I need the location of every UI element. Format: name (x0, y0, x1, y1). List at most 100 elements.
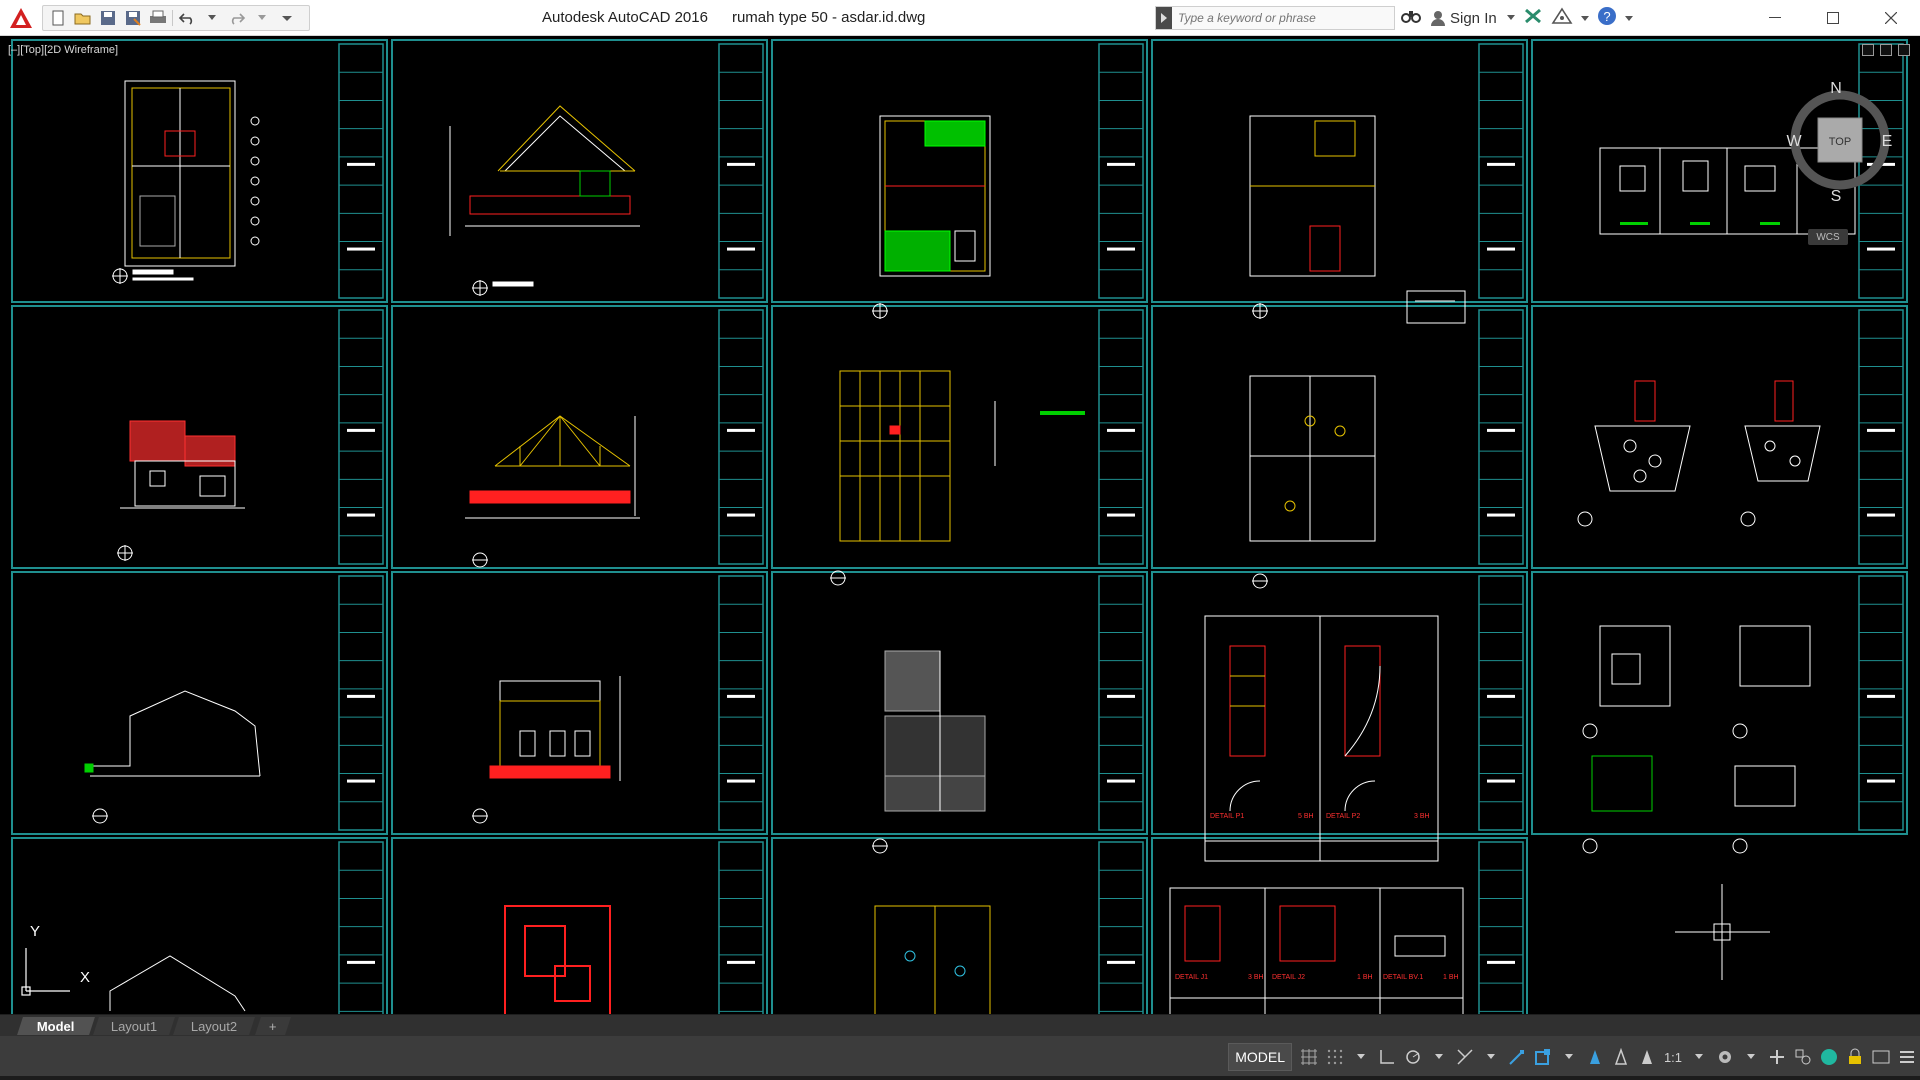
title-block-text (1867, 247, 1895, 251)
chevron-down-icon[interactable] (1580, 9, 1589, 27)
wcs-menu-button[interactable]: WCS (1808, 229, 1848, 245)
drawing-sheets: Y X DETAIL P1 5 BH DETAIL P2 3 BH DETAIL… (11, 39, 1908, 1014)
sheet-border (1531, 571, 1908, 835)
title-block-text (1107, 162, 1135, 166)
customization-menu-icon[interactable] (1894, 1043, 1920, 1071)
title-block-text (1487, 513, 1515, 517)
compass-north-label[interactable]: N (1830, 80, 1842, 97)
add-scale-icon[interactable] (1764, 1043, 1790, 1071)
annotation-visibility-icon[interactable] (1582, 1043, 1608, 1071)
customize-qat-icon[interactable] (276, 8, 298, 28)
title-block-text (347, 513, 375, 517)
section-drawing (449, 105, 640, 296)
exchange-apps-icon[interactable] (1523, 7, 1543, 30)
hardware-acceleration-icon[interactable] (1816, 1043, 1842, 1071)
chevron-down-icon[interactable] (1426, 1043, 1452, 1071)
tab-layout1[interactable]: Layout1 (93, 1017, 175, 1035)
object-snap-icon[interactable] (1530, 1043, 1556, 1071)
title-block (718, 575, 764, 831)
search-expand-icon[interactable] (1156, 7, 1172, 29)
title-block-text (1487, 428, 1515, 432)
title-block (338, 309, 384, 565)
close-icon[interactable] (1862, 0, 1920, 36)
sheet-border (1151, 837, 1528, 1014)
undo-dropdown-icon[interactable] (201, 8, 223, 28)
open-icon[interactable] (72, 8, 94, 28)
undo-icon[interactable] (176, 8, 198, 28)
landscape-plan-drawing (872, 115, 991, 319)
viewcube-face-label: TOP (1829, 136, 1851, 148)
isolate-objects-icon[interactable] (1790, 1043, 1816, 1071)
search-box[interactable] (1155, 6, 1395, 30)
chevron-down-icon[interactable] (1556, 1043, 1582, 1071)
tab-model-label: Model (37, 1018, 75, 1034)
autocad-logo-icon[interactable] (6, 6, 36, 30)
title-block-text (1867, 694, 1895, 698)
title-block-text (1487, 162, 1515, 166)
door-detail-drawing (1204, 615, 1439, 862)
clean-screen-lock-icon[interactable] (1842, 1043, 1868, 1071)
compass-south-label[interactable]: S (1831, 188, 1842, 205)
polar-tracking-icon[interactable] (1400, 1043, 1426, 1071)
tab-model[interactable]: Model (17, 1017, 95, 1035)
framing-plan-drawing (830, 370, 1085, 586)
detail-p2-label: DETAIL P2 (1326, 813, 1360, 820)
ucs-x-label: X (80, 969, 90, 986)
clean-screen-icon[interactable] (1868, 1043, 1894, 1071)
compass-west-label[interactable]: W (1786, 133, 1802, 150)
maximize-icon[interactable] (1804, 0, 1862, 36)
model-space-canvas[interactable]: [–][Top][2D Wireframe] Y X DETAIL P1 5 B… (0, 36, 1920, 1014)
annotation-scale-icon[interactable] (1634, 1043, 1660, 1071)
viewport-restore-icon[interactable] (1880, 44, 1892, 56)
save-icon[interactable] (97, 8, 119, 28)
redo-icon[interactable] (226, 8, 248, 28)
chevron-down-icon[interactable] (1686, 1043, 1712, 1071)
a360-icon[interactable] (1551, 7, 1573, 30)
minimize-icon[interactable] (1746, 0, 1804, 36)
model-space-button[interactable]: MODEL (1228, 1043, 1292, 1071)
object-snap-tracking-icon[interactable] (1504, 1043, 1530, 1071)
window-title: Autodesk AutoCAD 2016 rumah type 50 - asd… (542, 9, 949, 26)
title-block-text (347, 779, 375, 783)
tab-layout1-label: Layout1 (110, 1018, 158, 1034)
viewport-minimize-icon[interactable] (1862, 44, 1874, 56)
workspace-gear-icon[interactable] (1712, 1043, 1738, 1071)
viewport-close-icon[interactable] (1898, 44, 1910, 56)
ortho-icon[interactable] (1374, 1043, 1400, 1071)
compass-east-label[interactable]: E (1882, 133, 1893, 150)
new-icon[interactable] (47, 8, 69, 28)
title-block (1478, 575, 1524, 831)
save-as-icon[interactable] (122, 8, 144, 28)
title-block (1858, 309, 1904, 565)
viewcube[interactable]: TOP N S E W (1780, 80, 1900, 210)
viewport-controls-label[interactable]: [–][Top][2D Wireframe] (8, 44, 118, 56)
binoculars-icon[interactable] (1400, 7, 1422, 30)
title-block-text (347, 162, 375, 166)
title-block-text (1107, 513, 1135, 517)
sign-in-button[interactable]: Sign In (1430, 10, 1515, 27)
elevation-outline-drawing (109, 955, 246, 1012)
redo-dropdown-icon[interactable] (251, 8, 273, 28)
chevron-down-icon[interactable] (1478, 1043, 1504, 1071)
detail-bv1-label: DETAIL BV.1 (1383, 974, 1423, 981)
tab-layout2[interactable]: Layout2 (173, 1017, 255, 1035)
isodraft-icon[interactable] (1452, 1043, 1478, 1071)
chevron-down-icon[interactable] (1624, 9, 1633, 27)
sheet-border (771, 305, 1148, 569)
toolbar-separator (172, 10, 173, 26)
user-icon (1431, 11, 1445, 26)
title-block-text (1487, 960, 1515, 964)
title-block-text (347, 694, 375, 698)
snap-icon[interactable] (1322, 1043, 1348, 1071)
title-block-text (1867, 428, 1895, 432)
help-icon[interactable]: ? (1597, 6, 1617, 31)
annotation-scale-value[interactable]: 1:1 (1660, 1043, 1686, 1071)
plot-icon[interactable] (147, 8, 169, 28)
chevron-down-icon[interactable] (1738, 1043, 1764, 1071)
grid-icon[interactable] (1296, 1043, 1322, 1071)
title-block (1098, 43, 1144, 299)
search-input[interactable] (1172, 11, 1392, 25)
add-layout-button[interactable]: + (255, 1017, 291, 1035)
chevron-down-icon[interactable] (1348, 1043, 1374, 1071)
auto-scale-icon[interactable] (1608, 1043, 1634, 1071)
